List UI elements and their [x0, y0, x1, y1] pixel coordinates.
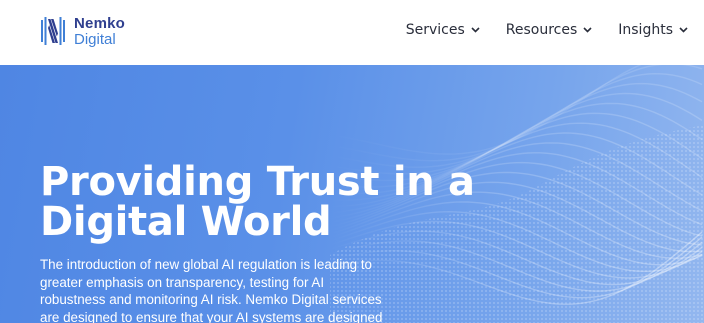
hero-description-line: The introduction of new global AI regula…	[40, 257, 373, 272]
site-header: Nemko Digital Services Resources Insight…	[0, 0, 704, 64]
hero-title-line-2: Digital World	[40, 199, 332, 245]
nav-resources-label: Resources	[505, 22, 578, 38]
logo-subtitle: Digital	[74, 30, 116, 48]
main-nav: Services Resources Insights	[406, 22, 688, 38]
chevron-down-icon	[583, 27, 592, 33]
nav-resources[interactable]: Resources	[506, 22, 593, 38]
hero-description: The introduction of new global AI regula…	[40, 256, 440, 323]
hero-description-line: greater emphasis on transparency, testin…	[40, 274, 325, 290]
chevron-down-icon	[679, 27, 688, 33]
hero-title: Providing Trust in a Digital World	[40, 162, 560, 242]
chevron-down-icon	[471, 27, 480, 33]
hero-section: Providing Trust in a Digital World The i…	[0, 65, 704, 323]
hero-description-line: robustness and monitoring AI risk. Nemko…	[40, 292, 382, 307]
nemko-logo-icon	[41, 17, 65, 45]
nav-services[interactable]: Services	[406, 22, 480, 38]
logo-link[interactable]: Nemko Digital	[40, 12, 125, 50]
nav-insights[interactable]: Insights	[618, 22, 688, 38]
nav-services-label: Services	[405, 22, 465, 38]
logo-name: Nemko	[74, 14, 126, 32]
nav-insights-label: Insights	[618, 22, 673, 38]
hero-description-line: are designed to ensure that your AI syst…	[40, 309, 383, 323]
